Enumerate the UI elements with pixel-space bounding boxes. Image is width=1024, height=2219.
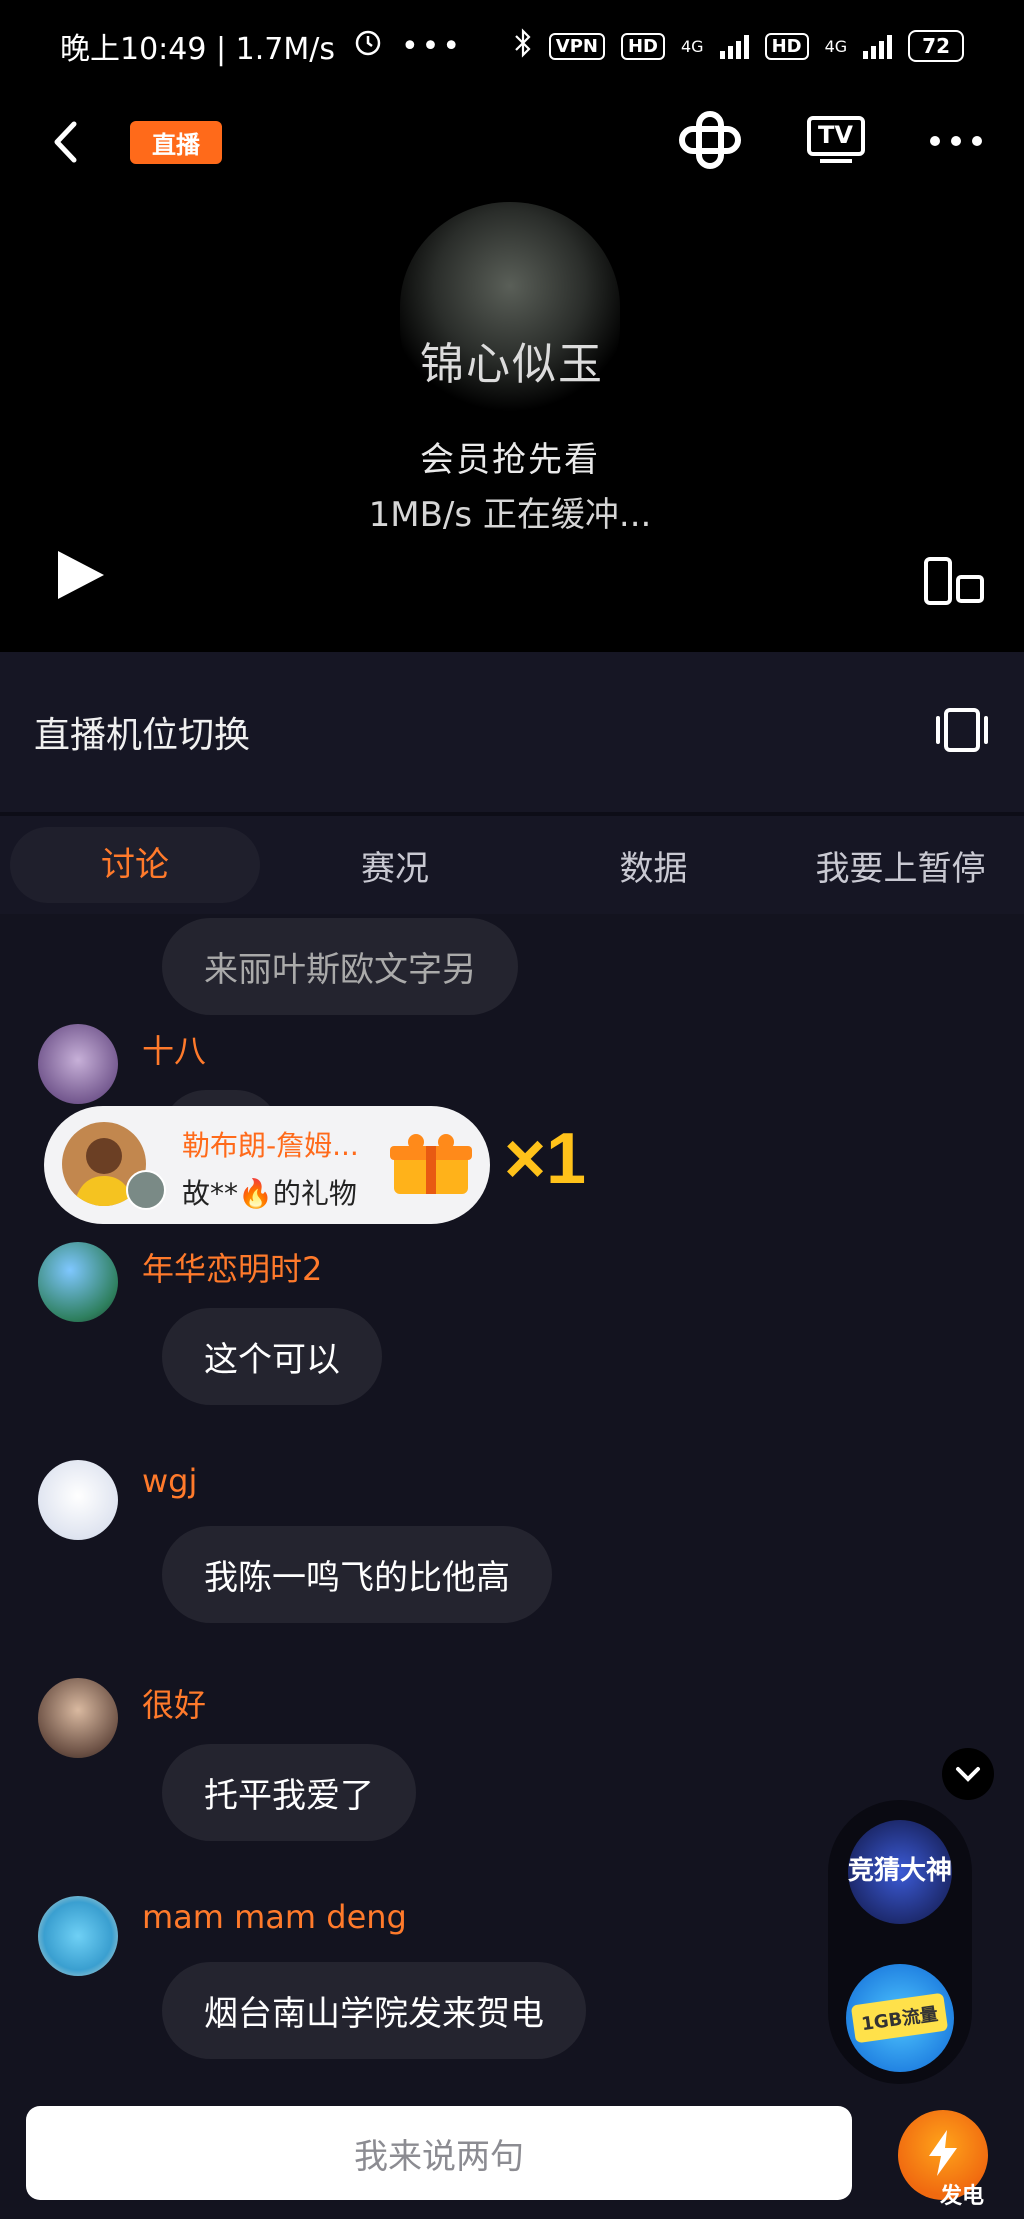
chat-username[interactable]: 年华恋明时2 <box>142 1244 322 1290</box>
live-badge: 直播 <box>130 120 222 164</box>
buffering-status: 1MB/s 正在缓冲... <box>368 495 652 535</box>
status-time: 晚上10:49 | 1.7M/s <box>60 32 335 67</box>
gift-notification: 勒布朗-詹姆... 故**🔥的礼物 <box>44 1106 490 1224</box>
battery-indicator: 72 <box>908 30 964 62</box>
user-avatar[interactable] <box>38 1896 118 1976</box>
poster-title: 锦心似玉 <box>420 339 604 390</box>
content-tabs: 讨论 赛况 数据 我要上暂停 <box>0 816 1024 914</box>
camera-switch-icon[interactable] <box>934 706 990 758</box>
lightning-icon <box>923 2128 963 2182</box>
player-topbar: 直播 TV <box>0 92 1024 192</box>
side-widget: 竞猜大神 1GB流量 <box>828 1800 972 2084</box>
chat-bubble: 我陈一鸣飞的比他高 <box>162 1526 552 1623</box>
guess-master-button[interactable]: 竞猜大神 <box>848 1820 952 1924</box>
chat-bubble: 烟台南山学院发来贺电 <box>162 1962 586 2059</box>
user-avatar[interactable] <box>38 1678 118 1758</box>
user-avatar[interactable] <box>38 1024 118 1104</box>
camera-switch-label: 直播机位切换 <box>34 715 251 756</box>
chat-bubble: 托平我爱了 <box>162 1744 416 1841</box>
signal-icon-2 <box>863 33 893 59</box>
status-bar: 晚上10:49 | 1.7M/s ••• VPN HD 4G HD 4G 72 <box>0 0 1024 92</box>
gift-icon <box>386 1130 476 1200</box>
scroll-down-button[interactable] <box>942 1748 994 1800</box>
poster-image: 锦心似玉 <box>400 202 620 412</box>
chat-username[interactable]: 很好 <box>142 1680 206 1726</box>
user-avatar[interactable] <box>38 1242 118 1322</box>
data-gift-button[interactable]: 1GB流量 <box>846 1964 954 2072</box>
tab-discussion[interactable]: 讨论 <box>10 827 260 903</box>
back-button[interactable] <box>40 112 90 172</box>
signal-icon-1 <box>719 33 749 59</box>
chat-bubble: 这个可以 <box>162 1308 382 1405</box>
chat-username[interactable]: 十八 <box>142 1026 206 1072</box>
hd-badge-2: HD <box>764 32 809 60</box>
chat-username[interactable]: mam mam deng <box>142 1898 407 1936</box>
network-type-2: 4G <box>824 36 848 56</box>
gift-description: 故**🔥的礼物 <box>182 1177 357 1210</box>
more-dots-icon: ••• <box>400 28 464 64</box>
gift-count: ×1 <box>504 1119 587 1199</box>
camera-switch-row[interactable]: 直播机位切换 <box>0 652 1024 812</box>
charge-label: 发电 <box>940 2184 985 2209</box>
video-poster: 锦心似玉 会员抢先看 1MB/s 正在缓冲... <box>300 202 720 602</box>
more-options-icon[interactable] <box>928 133 984 152</box>
alarm-icon <box>353 27 383 65</box>
user-avatar[interactable] <box>38 1460 118 1540</box>
unicom-logo-icon[interactable] <box>676 110 744 174</box>
screen-rotate-icon[interactable] <box>922 555 986 611</box>
chat-username[interactable]: wgj <box>142 1462 197 1500</box>
video-player[interactable]: 直播 TV 锦心似玉 会员抢先看 1MB/s 正在缓冲... <box>0 92 1024 652</box>
network-type-1: 4G <box>680 36 704 56</box>
gift-sender-name: 勒布朗-詹姆... <box>182 1129 359 1162</box>
play-button[interactable] <box>52 547 108 607</box>
comment-input[interactable]: 我来说两句 <box>26 2106 852 2200</box>
tab-stats[interactable]: 数据 <box>530 841 777 890</box>
bottom-input-bar: 我来说两句 发电 <box>0 2094 1024 2219</box>
tab-timeout-show[interactable]: 我要上暂停 <box>777 841 1024 890</box>
bluetooth-icon <box>513 28 533 64</box>
data-gift-label: 1GB流量 <box>851 1992 949 2044</box>
gift-receiver-avatar <box>126 1170 166 1210</box>
hd-badge-1: HD <box>620 32 665 60</box>
tab-game-status[interactable]: 赛况 <box>260 841 530 890</box>
poster-subtitle: 会员抢先看 <box>420 440 600 480</box>
tv-label: TV <box>818 121 853 149</box>
tv-cast-button[interactable]: TV <box>806 115 866 169</box>
vpn-badge: VPN <box>548 32 605 60</box>
chat-bubble: 来丽叶斯欧文字另 <box>162 918 518 1015</box>
